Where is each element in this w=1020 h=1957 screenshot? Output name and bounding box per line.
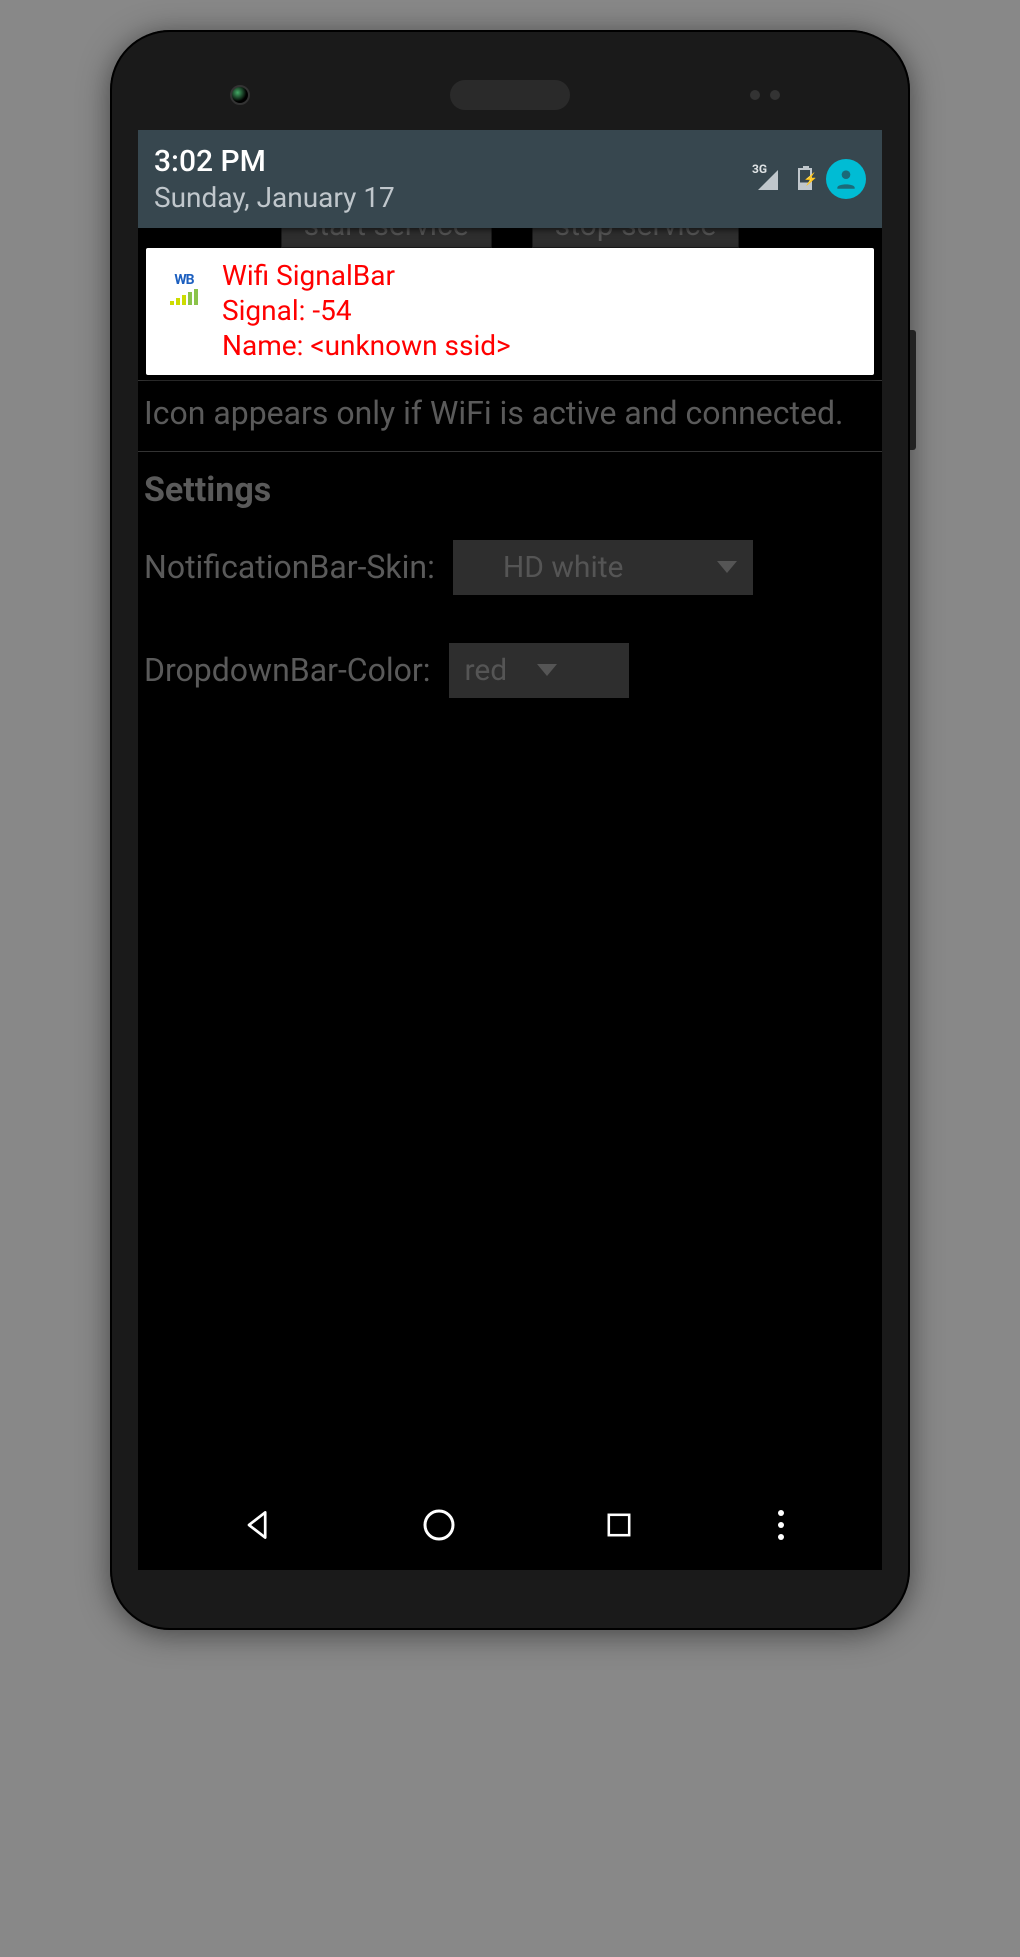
spinner-value: red — [465, 653, 508, 688]
battery-charging-icon: ⚡ — [798, 168, 812, 190]
cellular-signal-icon: 3G — [754, 168, 784, 190]
spinner-value: HD white — [503, 550, 624, 585]
home-button[interactable] — [417, 1503, 461, 1547]
notificationbar-skin-spinner[interactable]: HD white — [453, 540, 753, 595]
dropdownbar-color-spinner[interactable]: red — [449, 643, 629, 698]
chevron-down-icon — [717, 561, 737, 573]
notification-title: Wifi SignalBar — [222, 258, 511, 293]
notification-shade-header[interactable]: 3:02 PM Sunday, January 17 3G ⚡ — [138, 130, 882, 228]
recents-button[interactable] — [597, 1503, 641, 1547]
chevron-down-icon — [537, 664, 557, 676]
user-avatar-icon[interactable] — [826, 159, 866, 199]
dropdownbar-color-label: DropdownBar-Color: — [144, 651, 431, 689]
navigation-bar — [138, 1480, 882, 1570]
shade-time: 3:02 PM — [154, 144, 395, 179]
notification-ssid: Name: <unknown ssid> — [222, 328, 511, 363]
screen: V start service stop service Icon appear… — [138, 130, 882, 1570]
notificationbar-skin-label: NotificationBar-Skin: — [144, 548, 435, 586]
settings-header: Settings — [138, 458, 882, 532]
back-button[interactable] — [236, 1503, 280, 1547]
hint-text: Icon appears only if WiFi is active and … — [138, 387, 882, 445]
wifi-signalbar-app-icon: WB — [160, 264, 208, 312]
shade-date: Sunday, January 17 — [154, 181, 395, 214]
notification-card[interactable]: WB Wifi SignalBar Signal: -54 Name: <unk… — [146, 248, 874, 375]
menu-overflow-icon[interactable] — [778, 1510, 784, 1540]
notification-signal: Signal: -54 — [222, 293, 511, 328]
